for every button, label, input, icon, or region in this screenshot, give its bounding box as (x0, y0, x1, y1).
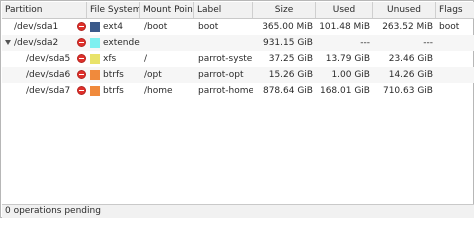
partition-name: /dev/sda7 (26, 86, 71, 96)
partition-label: parrot-syste (198, 54, 253, 64)
status-bar: 0 operations pending (2, 204, 474, 218)
partition-name: /dev/sda5 (26, 54, 71, 64)
partition-used: 101.48 MiB (319, 22, 370, 32)
file-system: btrfs (103, 70, 124, 80)
lock-icon (77, 70, 86, 79)
header-file-system[interactable]: File System (87, 2, 140, 18)
lock-icon (77, 22, 86, 31)
partition-size: 365.00 MiB (262, 22, 313, 32)
lock-icon (77, 38, 86, 47)
partition-label: boot (198, 22, 219, 32)
fs-color-swatch (90, 54, 100, 64)
partition-used: 13.79 GiB (325, 54, 370, 64)
mount-point: /opt (144, 70, 162, 80)
file-system: btrfs (103, 86, 124, 96)
partition-unused: --- (423, 38, 433, 48)
table-row[interactable]: /dev/sda5 xfs / parrot-syste 37.25 GiB 1… (2, 51, 474, 67)
table-row[interactable]: /dev/sda7 btrfs /home parrot-home 878.64… (2, 83, 474, 99)
partition-flags (439, 35, 474, 51)
partition-flags (439, 67, 474, 83)
mount-point (144, 35, 194, 51)
partition-size: 931.15 GiB (262, 38, 313, 48)
partition-used: --- (360, 38, 370, 48)
mount-point: /boot (144, 22, 168, 32)
header-flags[interactable]: Flags (436, 2, 474, 18)
header-used[interactable]: Used (316, 2, 373, 18)
table-row[interactable]: /dev/sda2 extended 931.15 GiB --- --- (2, 35, 474, 51)
fs-color-swatch (90, 86, 100, 96)
header-label[interactable]: Label (194, 2, 253, 18)
header-unused[interactable]: Unused (373, 2, 436, 18)
partition-size: 15.26 GiB (268, 70, 313, 80)
chevron-down-icon[interactable] (5, 40, 11, 45)
table-row[interactable]: /dev/sda1 ext4 /boot boot 365.00 MiB 101… (2, 19, 474, 35)
lock-icon (77, 86, 86, 95)
header-size[interactable]: Size (253, 2, 316, 18)
header-partition[interactable]: Partition (2, 2, 87, 18)
file-system: ext4 (103, 22, 123, 32)
partition-label: parrot-home (198, 86, 253, 96)
partition-unused: 14.26 GiB (388, 70, 433, 80)
partition-label: parrot-opt (198, 70, 244, 80)
partition-size: 37.25 GiB (268, 54, 313, 64)
mount-point: /home (144, 86, 173, 96)
partition-name: /dev/sda2 (14, 38, 59, 48)
partition-size: 878.64 GiB (262, 86, 313, 96)
partition-used: 1.00 GiB (331, 70, 370, 80)
file-system: xfs (103, 54, 117, 64)
partition-flags (439, 51, 474, 67)
partition-unused: 23.46 GiB (388, 54, 433, 64)
partition-used: 168.01 GiB (319, 86, 370, 96)
table-row[interactable]: /dev/sda6 btrfs /opt parrot-opt 15.26 Gi… (2, 67, 474, 83)
partition-window: Partition File System Mount Point Label … (0, 0, 474, 218)
header-mount-point[interactable]: Mount Point (140, 2, 194, 18)
fs-color-swatch (90, 38, 100, 48)
partition-flags (439, 83, 474, 99)
partition-unused: 710.63 GiB (382, 86, 433, 96)
mount-point: / (144, 54, 148, 64)
column-header-bar: Partition File System Mount Point Label … (2, 2, 474, 19)
partition-unused: 263.52 MiB (382, 22, 433, 32)
file-system: extended (103, 38, 140, 48)
lock-icon (77, 54, 86, 63)
partition-flags: boot (439, 22, 460, 32)
partition-label (198, 35, 253, 51)
fs-color-swatch (90, 22, 100, 32)
partition-name: /dev/sda6 (26, 70, 71, 80)
fs-color-swatch (90, 70, 100, 80)
partition-name: /dev/sda1 (14, 22, 59, 32)
